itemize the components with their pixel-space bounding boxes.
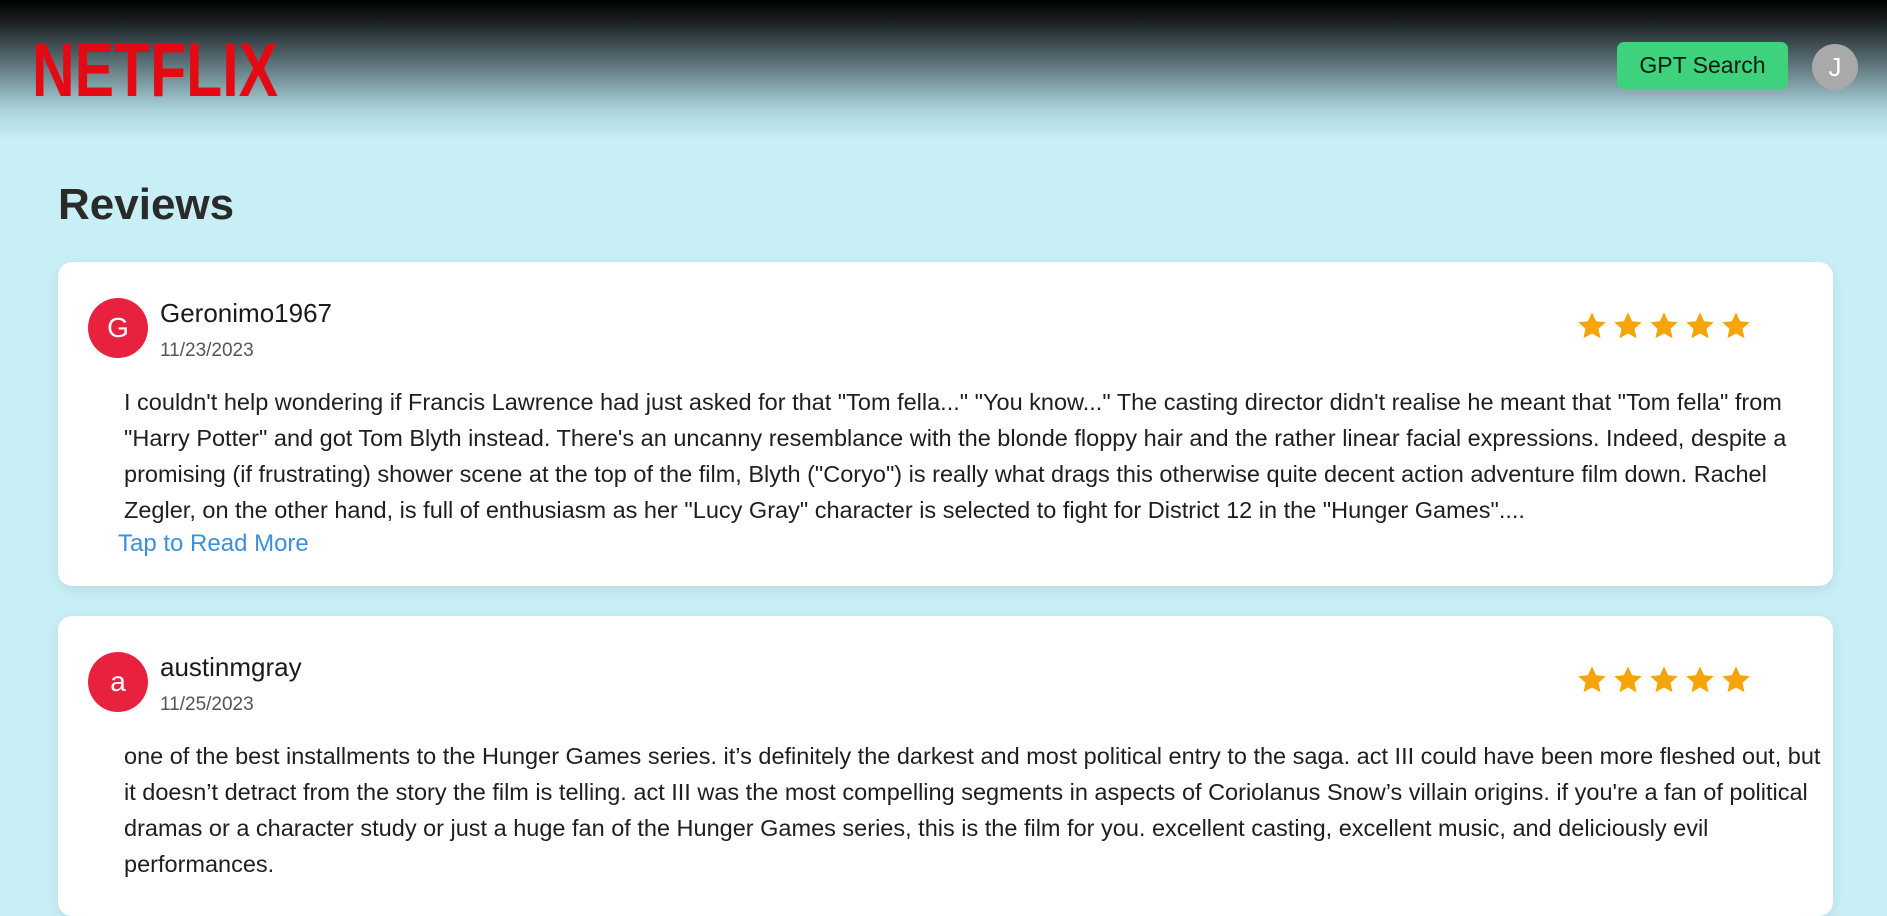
star-icon [1614, 312, 1642, 339]
review-card: G Geronimo1967 11/23/2023 I couldn't hel… [58, 262, 1833, 586]
reviewer-name: Geronimo1967 [160, 298, 332, 328]
user-avatar[interactable]: J [1812, 44, 1858, 90]
review-card: a austinmgray 11/25/2023 one of the best… [58, 616, 1833, 916]
star-rating [1576, 310, 1752, 342]
star-icon [1614, 666, 1642, 693]
netflix-logo-text: NETFLIX [32, 28, 278, 100]
star-icon [1650, 312, 1678, 339]
star-rating [1576, 664, 1752, 696]
review-text: I couldn't help wondering if Francis Law… [124, 389, 1787, 523]
star-icon [1650, 666, 1678, 693]
reviewer-avatar: a [88, 652, 148, 712]
netflix-logo[interactable]: NETFLIX [32, 28, 278, 100]
review-date: 11/25/2023 [160, 694, 254, 715]
reviews-heading: Reviews [58, 180, 235, 229]
gpt-search-button[interactable]: GPT Search [1617, 42, 1788, 89]
top-nav-bar: NETFLIX GPT Search J [0, 0, 1887, 140]
star-icon [1578, 312, 1606, 339]
reviewer-name: austinmgray [160, 652, 302, 682]
star-icon [1722, 312, 1750, 339]
star-icon [1686, 666, 1714, 693]
star-icon [1686, 312, 1714, 339]
star-icon [1578, 666, 1606, 693]
reviewer-avatar: G [88, 298, 148, 358]
read-more-link[interactable]: Tap to Read More [118, 530, 309, 558]
star-icon [1722, 666, 1750, 693]
review-text: one of the best installments to the Hung… [124, 743, 1821, 877]
review-date: 11/23/2023 [160, 340, 254, 361]
